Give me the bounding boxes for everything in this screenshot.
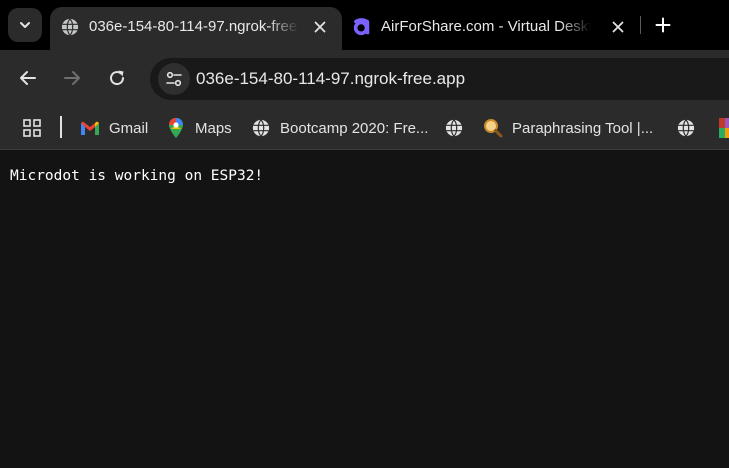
globe-icon xyxy=(444,118,464,138)
bookmark-untitled[interactable] xyxy=(444,113,464,143)
tab-active[interactable]: 036e-154-80-114-97.ngrok-free.app xyxy=(50,7,342,50)
bookmark-label: Bootcamp 2020: Fre... xyxy=(280,119,429,137)
page-body-text: Microdot is working on ESP32! xyxy=(10,168,264,184)
chevron-down-icon xyxy=(20,22,30,28)
bookmark-partial[interactable] xyxy=(716,113,729,143)
forward-arrow-icon xyxy=(64,71,80,85)
apps-grid-icon xyxy=(22,118,42,138)
page-content: Microdot is working on ESP32! xyxy=(0,151,729,468)
bookmarks-bar: Gmail Maps Bootcamp 2020: Fre... Paraphr… xyxy=(0,106,729,150)
close-tab-icon[interactable] xyxy=(310,17,330,37)
bookmark-untitled-2[interactable] xyxy=(676,113,696,143)
reload-button[interactable] xyxy=(103,64,131,92)
toolbar: 036e-154-80-114-97.ngrok-free.app xyxy=(0,50,729,106)
tab-title: AirForShare.com - Virtual Desktop xyxy=(381,18,591,35)
bookmark-paraphrasing-tool[interactable]: Paraphrasing Tool |... xyxy=(483,113,653,143)
tune-icon xyxy=(166,71,182,87)
bookmark-label: Paraphrasing Tool |... xyxy=(512,119,654,137)
address-bar[interactable]: 036e-154-80-114-97.ngrok-free.app xyxy=(150,58,729,100)
close-tab-icon[interactable] xyxy=(608,17,628,37)
bookmark-bootcamp[interactable]: Bootcamp 2020: Fre... xyxy=(251,113,428,143)
reload-icon xyxy=(110,70,125,86)
plus-icon xyxy=(655,17,671,33)
globe-icon xyxy=(60,17,80,37)
bookmark-gmail[interactable]: Gmail xyxy=(80,113,148,143)
tab-airforshare[interactable]: AirForShare.com - Virtual Desktop xyxy=(342,7,640,50)
maps-pin-icon xyxy=(166,118,186,138)
apps-button[interactable] xyxy=(22,113,42,143)
bookmark-label: Gmail xyxy=(109,119,149,137)
gmail-icon xyxy=(80,118,100,138)
bookmarks-divider xyxy=(60,116,62,138)
tab-search-button[interactable] xyxy=(8,8,42,42)
tab-strip: 036e-154-80-114-97.ngrok-free.app AirFor… xyxy=(0,0,729,50)
bookmark-favicon-icon xyxy=(716,118,729,138)
forward-button[interactable] xyxy=(58,64,86,92)
back-button[interactable] xyxy=(14,64,42,92)
globe-icon xyxy=(251,118,271,138)
back-arrow-icon xyxy=(20,71,36,85)
tab-divider xyxy=(640,16,641,34)
magnifier-icon xyxy=(483,118,503,138)
airforshare-a-icon xyxy=(352,17,372,37)
site-info-button[interactable] xyxy=(158,63,190,95)
new-tab-button[interactable] xyxy=(650,12,676,38)
bookmark-label: Maps xyxy=(195,119,232,137)
globe-icon xyxy=(676,118,696,138)
url-text[interactable]: 036e-154-80-114-97.ngrok-free.app xyxy=(196,68,465,90)
tab-title: 036e-154-80-114-97.ngrok-free.app xyxy=(89,18,299,35)
bookmark-maps[interactable]: Maps xyxy=(166,113,232,143)
